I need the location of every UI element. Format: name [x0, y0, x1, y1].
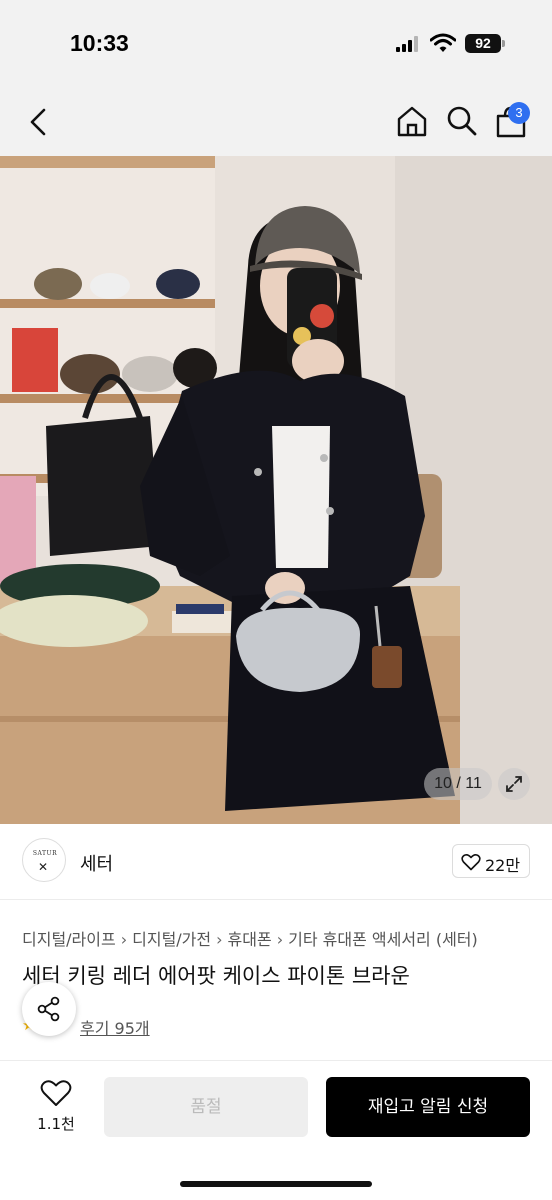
breadcrumb-item[interactable]: 휴대폰 [228, 930, 272, 949]
seller-logo[interactable]: SATUR ✕ [22, 838, 66, 882]
top-nav: 3 [0, 88, 552, 156]
product-photo-image [0, 156, 552, 824]
search-icon[interactable] [446, 105, 478, 137]
seller-row[interactable]: SATUR ✕ 세터 22만 [0, 824, 552, 900]
wishlist-button[interactable]: 1.1천 [28, 1079, 84, 1139]
soldout-button: 품절 [104, 1077, 308, 1137]
status-bar: 10:33 92 [0, 0, 552, 88]
seller-name[interactable]: 세터 [80, 850, 113, 876]
product-title: 세터 키링 레더 에어팟 케이스 파이톤 브라운 [22, 964, 410, 988]
cart-count-badge: 3 [508, 102, 530, 124]
battery-icon: 92 [465, 34, 501, 53]
review-link[interactable]: 후기 95개 [80, 1015, 150, 1039]
photo-counter: 10 / 11 [424, 768, 492, 800]
wishlist-count: 1.1천 [37, 1115, 75, 1133]
product-photo[interactable]: 10 / 11 [0, 156, 552, 824]
back-arrow-icon[interactable] [24, 106, 54, 138]
seller-logo-mark-icon: ✕ [38, 860, 49, 874]
breadcrumb-chevron-icon: › [120, 930, 128, 949]
share-icon [37, 996, 60, 1022]
cellular-signal-icon [396, 36, 422, 52]
expand-icon [506, 776, 522, 792]
breadcrumb-item[interactable]: 디지털/가전 [132, 930, 211, 949]
breadcrumb-chevron-icon: › [276, 930, 284, 949]
restock-alert-button[interactable]: 재입고 알림 신청 [326, 1077, 530, 1137]
seller-logo-text: SATUR [32, 850, 58, 857]
store-like-count: 22만 [485, 856, 521, 875]
battery-tip [502, 40, 505, 47]
breadcrumb-chevron-icon: › [216, 930, 223, 949]
heart-icon [461, 854, 481, 871]
heart-icon [40, 1080, 72, 1106]
breadcrumb: 디지털/라이프 › 디지털/가전 › 휴대폰 › 기타 휴대폰 액세서리 (세터) [22, 926, 478, 950]
store-like-button[interactable]: 22만 [452, 844, 530, 878]
expand-photo-button[interactable] [498, 768, 530, 800]
wifi-icon [430, 33, 456, 52]
home-indicator [180, 1181, 372, 1187]
home-icon[interactable] [396, 105, 428, 137]
share-button[interactable] [22, 982, 76, 1036]
breadcrumb-item[interactable]: 기타 휴대폰 액세서리 (세터) [288, 930, 478, 949]
breadcrumb-item[interactable]: 디지털/라이프 [22, 930, 116, 949]
status-time: 10:33 [70, 30, 129, 56]
bottom-action-bar: 1.1천 품절 재입고 알림 신청 [0, 1060, 552, 1200]
